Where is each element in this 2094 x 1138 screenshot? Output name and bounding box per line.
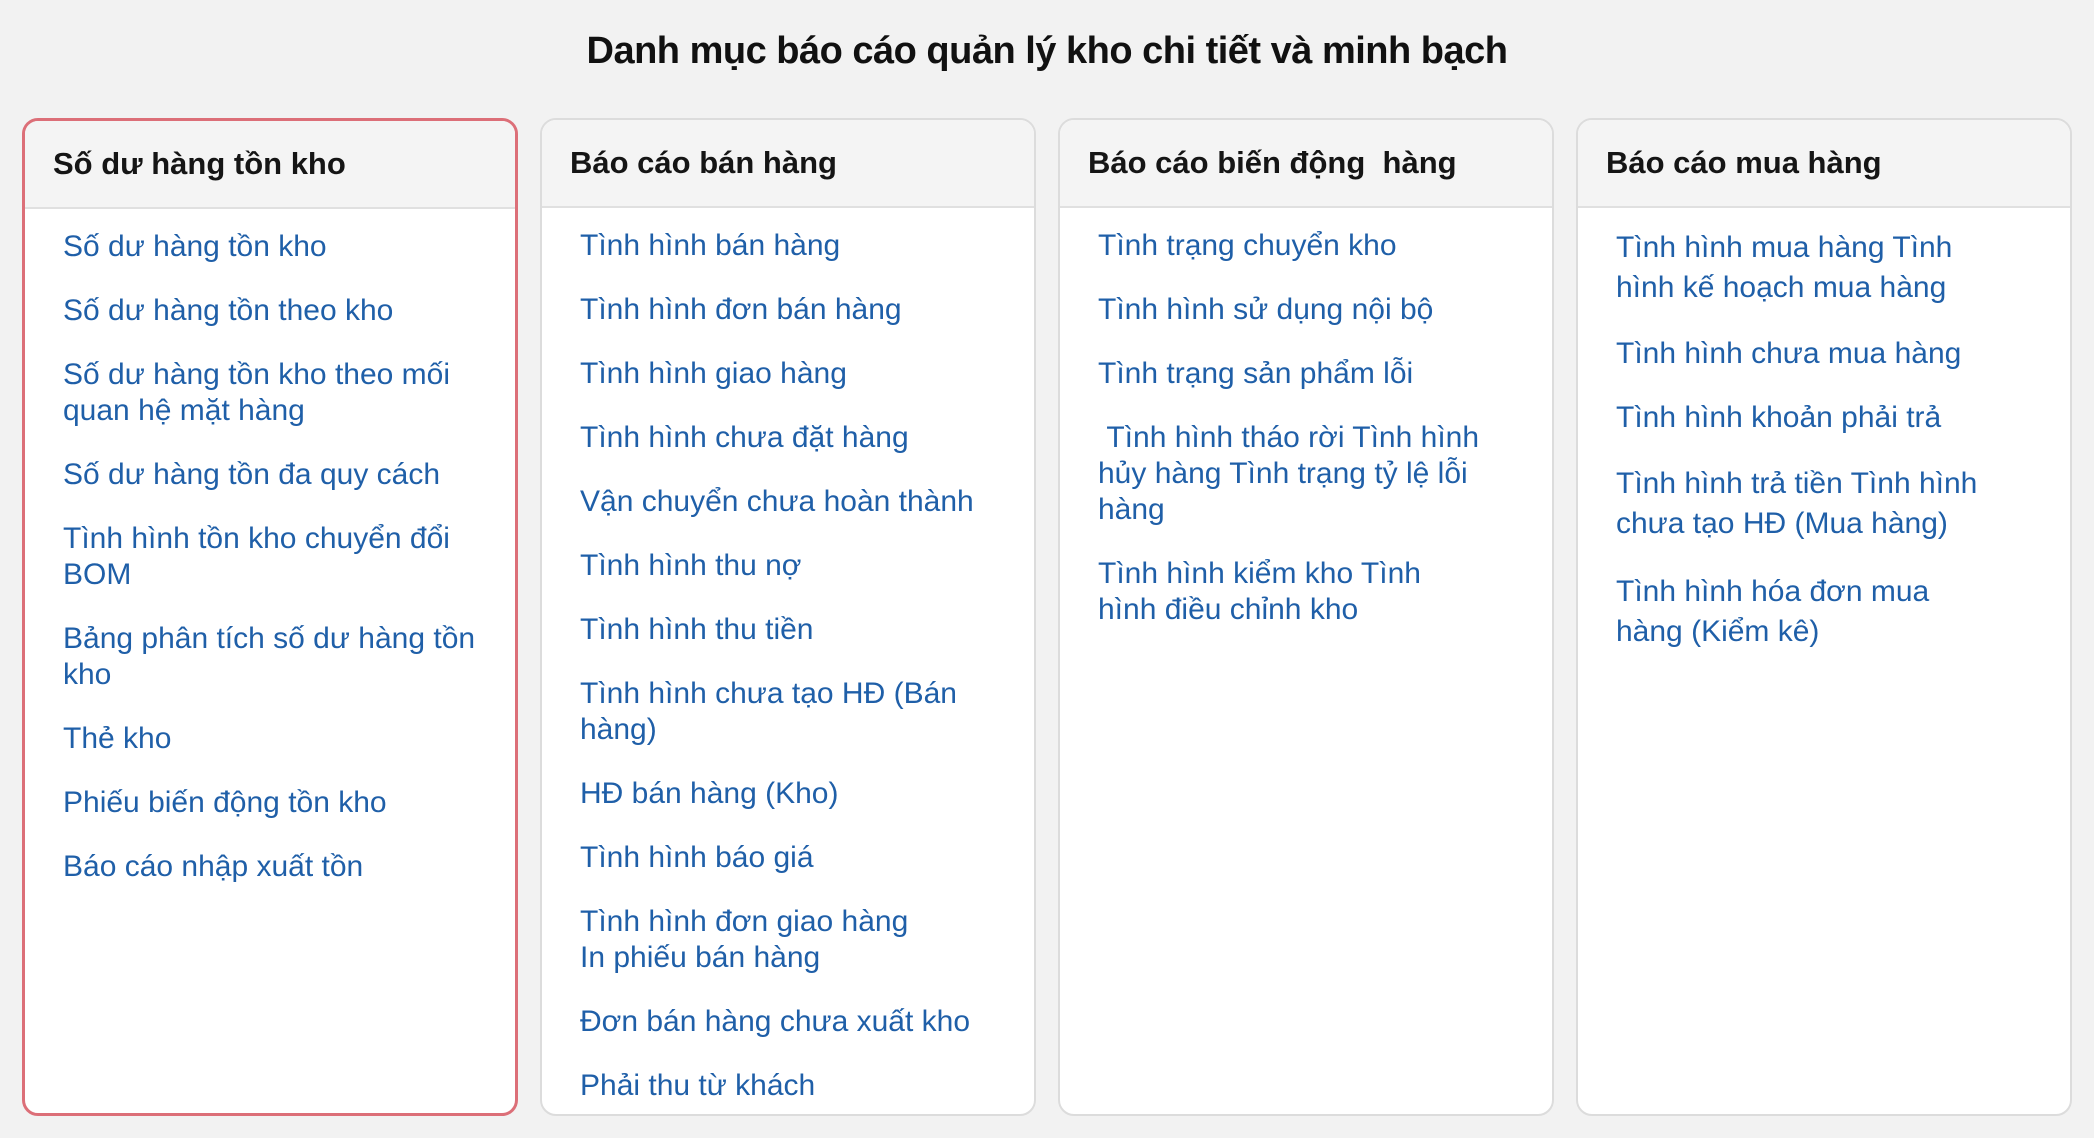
panel-header: Báo cáo mua hàng <box>1578 120 2070 208</box>
report-link[interactable]: Số dư hàng tồn kho theo mối quan hệ mặt … <box>63 357 489 429</box>
report-link[interactable]: Tình trạng sản phẩm lỗi <box>1098 356 1526 392</box>
report-list: Số dư hàng tồn kho Số dư hàng tồn theo k… <box>25 209 515 885</box>
panel-header: Báo cáo bán hàng <box>542 120 1034 208</box>
report-list: Tình trạng chuyển kho Tình hình sử dụng … <box>1060 208 1552 628</box>
panel-header: Báo cáo biến động hàng <box>1060 120 1552 208</box>
report-link[interactable]: Tình hình mua hàng Tình hình kế hoạch mu… <box>1616 228 2016 308</box>
report-link[interactable]: Số dư hàng tồn kho <box>63 229 489 265</box>
panel-purchase-reports[interactable]: Báo cáo mua hàng Tình hình mua hàng Tình… <box>1576 118 2072 1116</box>
report-link[interactable]: Tình hình khoản phải trả <box>1616 400 2044 436</box>
report-link[interactable]: Tình hình đơn giao hàng In phiếu bán hàn… <box>580 904 920 976</box>
report-link[interactable]: Tình hình tháo rời Tình hình hủy hàng Tì… <box>1098 420 1526 528</box>
report-link[interactable]: Báo cáo nhập xuất tồn <box>63 849 489 885</box>
report-link[interactable]: Tình hình báo giá <box>580 840 1008 876</box>
report-list: Tình hình bán hàng Tình hình đơn bán hàn… <box>542 208 1034 1104</box>
report-link[interactable]: Tình hình sử dụng nội bộ <box>1098 292 1526 328</box>
report-link[interactable]: Tình hình bán hàng <box>580 228 1008 264</box>
report-link[interactable]: Phiếu biến động tồn kho <box>63 785 489 821</box>
panel-stock-movement-reports[interactable]: Báo cáo biến động hàng Tình trạng chuyển… <box>1058 118 1554 1116</box>
report-link[interactable]: Đơn bán hàng chưa xuất kho <box>580 1004 1008 1040</box>
report-panels: Số dư hàng tồn kho Số dư hàng tồn kho Số… <box>22 118 2074 1116</box>
report-link[interactable]: Tình hình chưa đặt hàng <box>580 420 1008 456</box>
report-link[interactable]: Tình hình giao hàng <box>580 356 1008 392</box>
report-link[interactable]: Tình hình hóa đơn mua hàng (Kiểm kê) <box>1616 572 1996 652</box>
report-link[interactable]: Bảng phân tích số dư hàng tồn kho <box>63 621 489 693</box>
report-link[interactable]: Tình hình tồn kho chuyển đổi BOM <box>63 521 489 593</box>
report-link[interactable]: Vận chuyển chưa hoàn thành <box>580 484 1008 520</box>
panel-header: Số dư hàng tồn kho <box>25 121 515 209</box>
report-link[interactable]: Tình hình thu nợ <box>580 548 1008 584</box>
report-link[interactable]: Tình hình kiểm kho Tình hình điều chỉnh … <box>1098 556 1478 628</box>
report-link[interactable]: Tình hình thu tiền <box>580 612 1008 648</box>
panel-sales-reports[interactable]: Báo cáo bán hàng Tình hình bán hàng Tình… <box>540 118 1036 1116</box>
report-link[interactable]: Số dư hàng tồn đa quy cách <box>63 457 489 493</box>
report-link[interactable]: Thẻ kho <box>63 721 489 757</box>
page-title: Danh mục báo cáo quản lý kho chi tiết và… <box>586 30 1508 72</box>
report-link[interactable]: Tình hình chưa mua hàng <box>1616 336 2044 372</box>
report-link[interactable]: Tình hình trả tiền Tình hình chưa tạo HĐ… <box>1616 464 2044 544</box>
report-list: Tình hình mua hàng Tình hình kế hoạch mu… <box>1578 208 2070 652</box>
report-link[interactable]: Số dư hàng tồn theo kho <box>63 293 489 329</box>
report-link[interactable]: Phải thu từ khách <box>580 1068 1008 1104</box>
panel-inventory-balance[interactable]: Số dư hàng tồn kho Số dư hàng tồn kho Số… <box>22 118 518 1116</box>
report-link[interactable]: Tình hình đơn bán hàng <box>580 292 1008 328</box>
report-link[interactable]: Tình hình chưa tạo HĐ (Bán hàng) <box>580 676 1008 748</box>
report-link[interactable]: HĐ bán hàng (Kho) <box>580 776 1008 812</box>
report-link[interactable]: Tình trạng chuyển kho <box>1098 228 1526 264</box>
